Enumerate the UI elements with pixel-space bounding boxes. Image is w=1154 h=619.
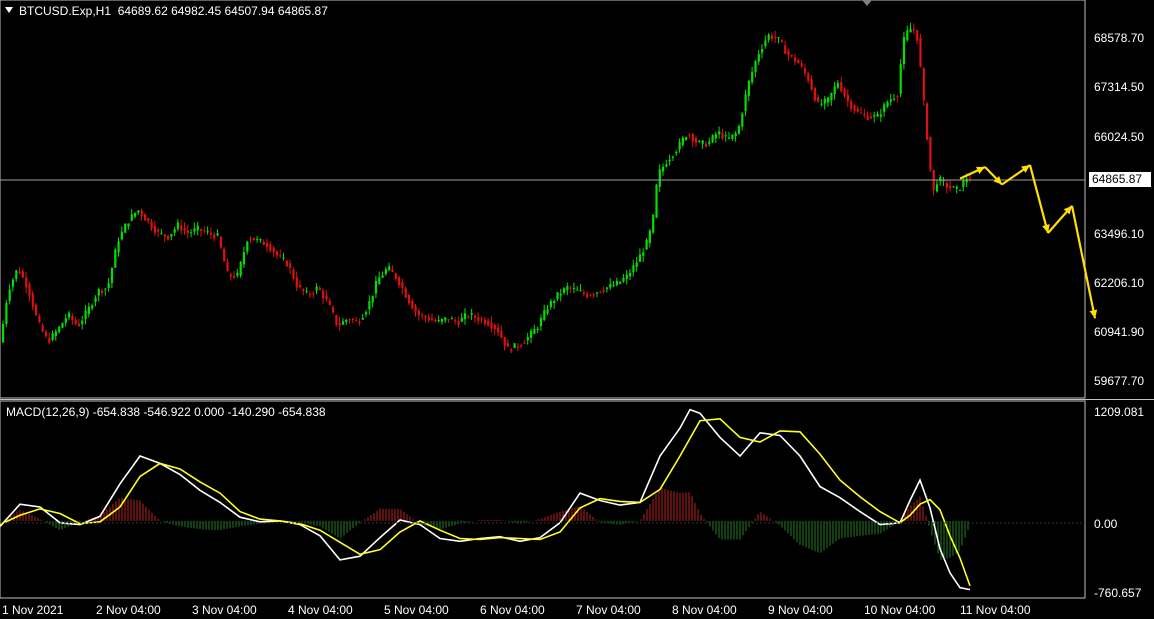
time-axis-label: 11 Nov 04:00 [960,603,1031,617]
candle [35,302,38,317]
time-axis-label: 10 Nov 04:00 [864,603,936,617]
time-axis-label: 9 Nov 04:00 [768,603,833,617]
price-axis-label: 59677.70 [1094,374,1145,388]
candle [652,214,655,234]
candle [239,260,242,278]
current-price-tag: 64865.87 [1089,172,1151,187]
price-axis-label: 66024.50 [1094,130,1145,144]
price-axis-label: 68578.70 [1094,31,1145,45]
candle [926,102,929,141]
candle [919,33,922,68]
trading-chart[interactable] [0,0,1154,619]
time-axis-label: 6 Nov 04:00 [480,603,545,617]
candle [952,186,955,188]
price-axis-label: 63496.10 [1094,227,1145,241]
macd-axis-label: 1209.081 [1094,405,1145,419]
candle [513,343,516,349]
main-chart-frame [0,0,1154,599]
macd-header: MACD(12,26,9) -654.838 -546.922 0.000 -1… [6,405,326,419]
candle [645,238,648,250]
symbol-label: BTCUSD.Exp,H1 [19,4,112,18]
candle [223,246,226,262]
time-axis-label: 8 Nov 04:00 [672,603,737,617]
candle [61,322,64,329]
time-axis-label: 5 Nov 04:00 [384,603,449,617]
candle [655,183,658,219]
price-axis-label: 62206.10 [1094,276,1145,290]
candle [813,86,816,103]
collapse-triangle-icon[interactable] [5,7,13,13]
candle [143,213,147,221]
candle [124,223,127,234]
candle [922,66,925,106]
candle [5,299,8,328]
candle [902,31,906,70]
time-axis-label: 4 Nov 04:00 [288,603,353,617]
candle [959,189,962,191]
time-axis-label: 3 Nov 04:00 [192,603,257,617]
candle [252,237,255,241]
macd-axis-label: 0.00 [1094,517,1118,531]
macd-axis-label: -760.657 [1094,586,1142,600]
time-axis-label: 1 Nov 2021 [2,603,64,617]
price-axis-label: 67314.50 [1094,80,1145,94]
candle [899,59,902,98]
candle [929,136,932,173]
chart-header: BTCUSD.Exp,H1 64689.62 64982.45 64507.94… [19,4,328,18]
candle [219,235,222,249]
time-axis-label: 7 Nov 04:00 [576,603,641,617]
ohlc-values: 64689.62 64982.45 64507.94 64865.87 [117,4,328,18]
time-axis-label: 2 Nov 04:00 [96,603,161,617]
price-axis-label: 60941.90 [1094,325,1145,339]
candle [711,134,714,144]
candle [114,247,117,268]
